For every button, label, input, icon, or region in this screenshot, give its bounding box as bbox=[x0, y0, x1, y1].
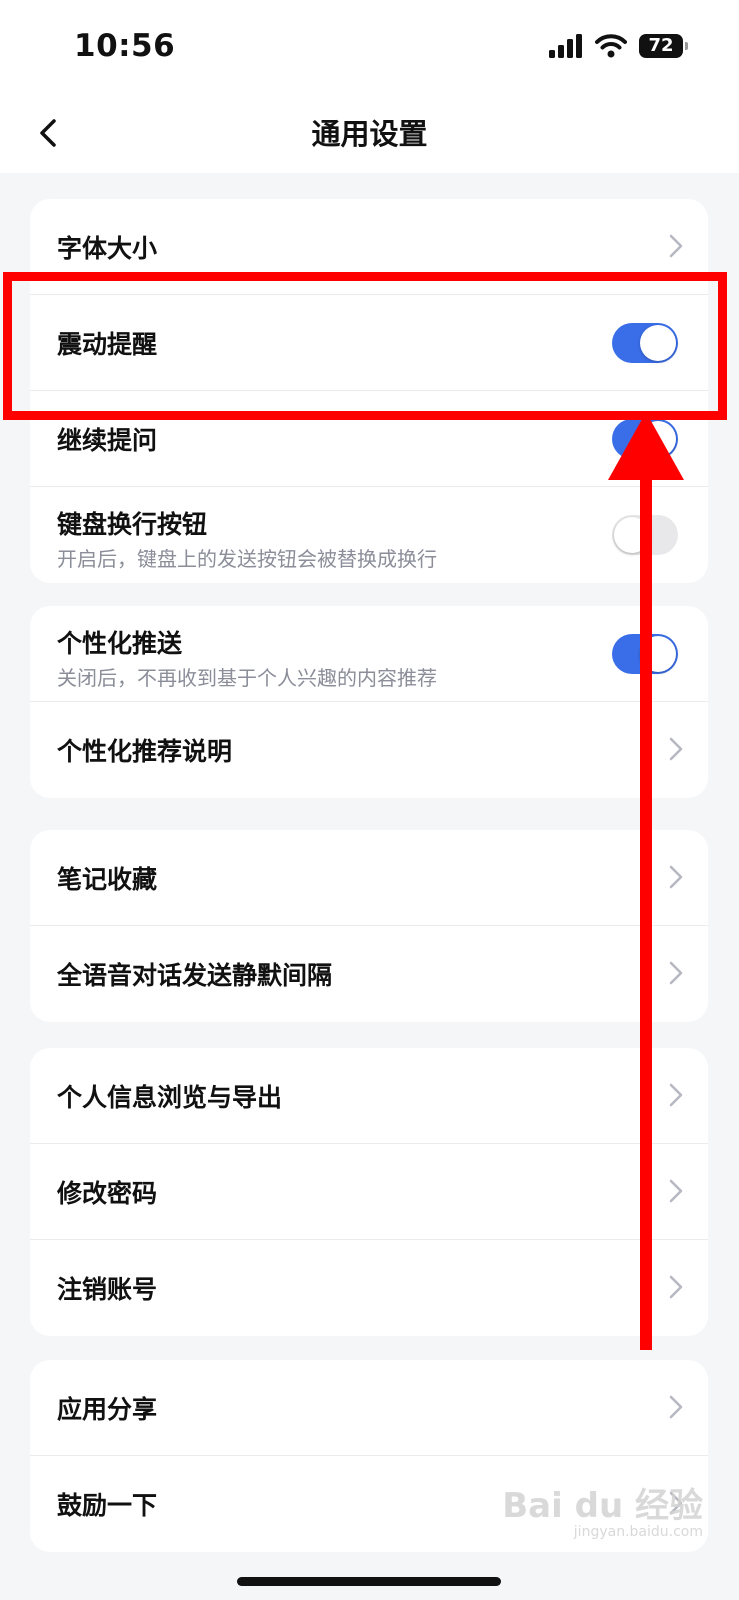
row-description: 开启后，键盘上的发送按钮会被替换成换行 bbox=[57, 547, 437, 571]
chevron-right-icon bbox=[669, 865, 683, 889]
toggle-knob bbox=[640, 636, 676, 672]
personal-info-export-row[interactable]: 个人信息浏览与导出 bbox=[30, 1048, 708, 1144]
settings-group-personalization: 个性化推送 关闭后，不再收到基于个人兴趣的内容推荐 个性化推荐说明 bbox=[30, 606, 708, 798]
chevron-right-icon bbox=[669, 1275, 683, 1299]
change-password-row[interactable]: 修改密码 bbox=[30, 1144, 708, 1240]
notes-favorites-row[interactable]: 笔记收藏 bbox=[30, 830, 708, 926]
voice-silence-interval-row[interactable]: 全语音对话发送静默间隔 bbox=[30, 926, 708, 1022]
continue-asking-toggle[interactable] bbox=[612, 419, 678, 459]
row-label: 字体大小 bbox=[57, 234, 158, 263]
signal-icon bbox=[549, 34, 582, 58]
settings-group-notes: 笔记收藏 全语音对话发送静默间隔 bbox=[30, 830, 708, 1022]
delete-account-row[interactable]: 注销账号 bbox=[30, 1240, 708, 1336]
recommendation-info-row[interactable]: 个性化推荐说明 bbox=[30, 702, 708, 798]
status-bar: 10:56 72 bbox=[0, 0, 739, 95]
nav-bar: 通用设置 bbox=[0, 95, 739, 173]
row-label: 应用分享 bbox=[57, 1395, 158, 1424]
chevron-right-icon bbox=[669, 961, 683, 985]
annotation-highlight-box bbox=[3, 272, 727, 420]
status-time: 10:56 bbox=[74, 28, 176, 64]
keyboard-newline-toggle[interactable] bbox=[612, 515, 678, 555]
row-label: 个性化推送 bbox=[57, 629, 183, 658]
row-label: 笔记收藏 bbox=[57, 865, 158, 894]
row-label: 键盘换行按钮 bbox=[57, 510, 208, 539]
personalized-push-toggle[interactable] bbox=[612, 634, 678, 674]
toggle-knob bbox=[614, 517, 650, 553]
row-label: 全语音对话发送静默间隔 bbox=[57, 961, 333, 990]
row-label: 个性化推荐说明 bbox=[57, 737, 233, 766]
row-label: 继续提问 bbox=[57, 426, 158, 455]
row-label: 鼓励一下 bbox=[57, 1491, 158, 1520]
wifi-icon bbox=[595, 34, 627, 58]
chevron-right-icon bbox=[669, 234, 683, 258]
row-description: 关闭后，不再收到基于个人兴趣的内容推荐 bbox=[57, 666, 437, 690]
chevron-right-icon bbox=[669, 1179, 683, 1203]
toggle-knob bbox=[640, 421, 676, 457]
battery-icon: 72 bbox=[639, 34, 688, 58]
row-label: 个人信息浏览与导出 bbox=[57, 1083, 283, 1112]
chevron-right-icon bbox=[669, 737, 683, 761]
page-title: 通用设置 bbox=[311, 117, 428, 151]
status-icons: 72 bbox=[549, 34, 688, 58]
keyboard-newline-row: 键盘换行按钮 开启后，键盘上的发送按钮会被替换成换行 bbox=[30, 487, 708, 583]
home-indicator[interactable] bbox=[237, 1577, 501, 1586]
app-share-row[interactable]: 应用分享 bbox=[30, 1360, 708, 1456]
baidu-watermark: Bai du 经验 bbox=[502, 1486, 703, 1526]
row-label: 修改密码 bbox=[57, 1179, 158, 1208]
settings-group-account: 个人信息浏览与导出 修改密码 注销账号 bbox=[30, 1048, 708, 1336]
chevron-right-icon bbox=[669, 1395, 683, 1419]
row-label: 注销账号 bbox=[57, 1275, 158, 1304]
chevron-right-icon bbox=[669, 1083, 683, 1107]
baidu-watermark-url: jingyan.baidu.com bbox=[573, 1524, 703, 1540]
personalized-push-row: 个性化推送 关闭后，不再收到基于个人兴趣的内容推荐 bbox=[30, 606, 708, 702]
